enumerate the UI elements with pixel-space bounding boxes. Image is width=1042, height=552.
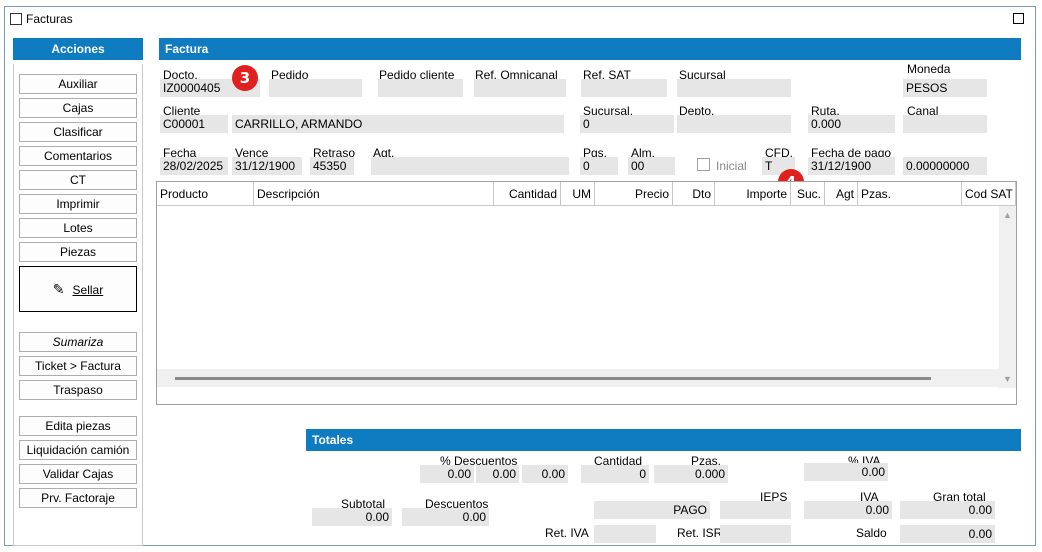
acciones-header: Acciones (13, 38, 143, 60)
descuento-pct-3-field[interactable]: 0.00 (522, 465, 568, 483)
sucursal-field[interactable] (677, 79, 791, 97)
pago-field[interactable]: PAGO (594, 501, 710, 519)
sellar-button[interactable]: ✎ Sellar (19, 266, 137, 312)
retraso-field[interactable]: 45350 (310, 157, 354, 175)
inicial-checkbox[interactable] (697, 158, 710, 171)
subtotal-field[interactable]: 0.00 (312, 508, 392, 526)
ret-isr-label: Ret. ISR (677, 526, 723, 540)
agt-field[interactable] (371, 157, 569, 175)
canal-field[interactable] (903, 115, 987, 133)
ieps-field[interactable] (720, 501, 791, 519)
col-descripcion[interactable]: Descripción (254, 182, 494, 206)
window-icon (10, 13, 22, 25)
cantidad-field[interactable]: 0 (581, 465, 649, 483)
validar-cajas-button[interactable]: Validar Cajas (19, 464, 137, 484)
iva-pct-field[interactable]: 0.00 (804, 463, 888, 481)
vence-field[interactable]: 31/12/1900 (232, 157, 302, 175)
gran-total-field[interactable]: 0.00 (900, 501, 995, 519)
stamp-icon: ✎ (52, 281, 65, 297)
descuento-pct-1-field[interactable]: 0.00 (420, 465, 474, 483)
maximize-button[interactable] (1013, 13, 1024, 24)
sumariza-button[interactable]: Sumariza (19, 332, 137, 352)
depto-field[interactable] (677, 115, 791, 133)
saldo-label: Saldo (856, 526, 887, 540)
alm-field[interactable]: 00 (628, 157, 675, 175)
ret-iva-field[interactable] (594, 525, 656, 543)
grid-horizontal-scrollbar[interactable] (157, 369, 1000, 387)
grid-vertical-scrollbar[interactable]: ▲ ▼ (999, 206, 1016, 388)
fecha-field[interactable]: 28/02/2025 (160, 157, 228, 175)
scroll-down-icon[interactable]: ▼ (1003, 374, 1012, 384)
col-importe[interactable]: Importe (715, 182, 791, 206)
lotes-button[interactable]: Lotes (19, 218, 137, 238)
ct-button[interactable]: CT (19, 170, 137, 190)
traspaso-button[interactable]: Traspaso (19, 380, 137, 400)
ticket-factura-button[interactable]: Ticket > Factura (19, 356, 137, 376)
factura-header: Factura (159, 38, 1021, 60)
inicial-label: Inicial (716, 159, 747, 173)
sucursal2-field[interactable]: 0 (580, 115, 674, 133)
grid-horizontal-thumb[interactable] (175, 377, 931, 380)
iva-field[interactable]: 0.00 (804, 501, 892, 519)
col-pzas[interactable]: Pzas. (858, 182, 962, 206)
pzas-field[interactable]: 0.000 (654, 465, 728, 483)
col-um[interactable]: UM (561, 182, 595, 206)
window-title: Facturas (26, 12, 73, 26)
col-dto[interactable]: Dto (673, 182, 715, 206)
ref-sat-field[interactable] (581, 79, 667, 97)
clasificar-button[interactable]: Clasificar (19, 122, 137, 142)
saldo-field[interactable]: 0.00 (900, 525, 995, 543)
sellar-label: Sellar (72, 283, 104, 297)
pgs-field[interactable]: 0 (580, 157, 618, 175)
tipo-cambio-field[interactable]: 0.00000000 (903, 157, 987, 175)
ret-iva-label: Ret. IVA (545, 526, 589, 540)
fecha-pago-field[interactable]: 31/12/1900 (808, 157, 895, 175)
col-suc[interactable]: Suc. (791, 182, 825, 206)
ruta-field[interactable]: 0.000 (808, 115, 895, 133)
cajas-button[interactable]: Cajas (19, 98, 137, 118)
descuentos-field[interactable]: 0.00 (402, 508, 489, 526)
auxiliar-button[interactable]: Auxiliar (19, 74, 137, 94)
totales-header: Totales (306, 429, 1021, 451)
col-producto[interactable]: Producto (157, 182, 254, 206)
cliente-code-field[interactable]: C00001 (160, 115, 228, 133)
prv-factoraje-button[interactable]: Prv. Factoraje (19, 488, 137, 508)
ref-omnicanal-field[interactable] (474, 79, 566, 97)
comentarios-button[interactable]: Comentarios (19, 146, 137, 166)
imprimir-button[interactable]: Imprimir (19, 194, 137, 214)
badge-3: 3 (232, 65, 258, 91)
ret-isr-field[interactable] (720, 525, 791, 543)
edita-piezas-button[interactable]: Edita piezas (19, 416, 137, 436)
cliente-name-field[interactable]: CARRILLO, ARMANDO (232, 115, 564, 133)
pedido-field[interactable] (269, 79, 362, 97)
scroll-up-icon[interactable]: ▲ (1003, 210, 1012, 220)
descuento-pct-2-field[interactable]: 0.00 (476, 465, 519, 483)
products-grid[interactable]: Producto Descripción Cantidad UM Precio … (156, 181, 1017, 405)
piezas-button[interactable]: Piezas (19, 242, 137, 262)
pedido-cliente-field[interactable] (378, 79, 463, 97)
col-cod-sat[interactable]: Cod SAT (962, 182, 1016, 206)
moneda-field[interactable]: PESOS (903, 79, 987, 97)
col-precio[interactable]: Precio (595, 182, 673, 206)
col-cantidad[interactable]: Cantidad (494, 182, 561, 206)
moneda-label: Moneda (907, 62, 951, 76)
liquidacion-camion-button[interactable]: Liquidación camión (19, 440, 137, 460)
col-agt[interactable]: Agt (825, 182, 858, 206)
